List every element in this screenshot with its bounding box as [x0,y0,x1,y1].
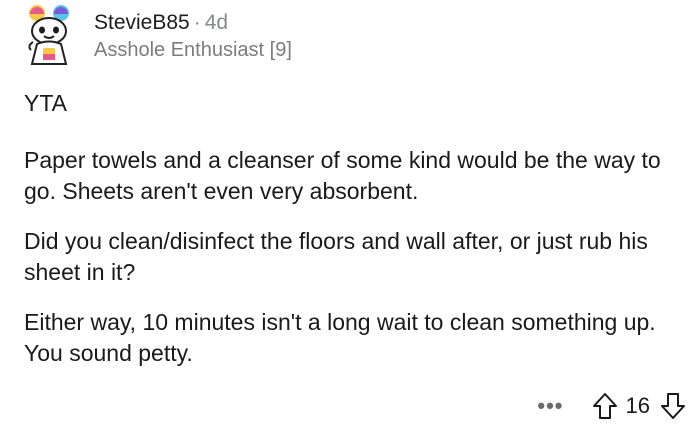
comment-age: 4d [204,11,229,34]
downvote-button[interactable] [660,392,686,420]
comment-actions: ••• 16 [537,388,686,424]
author-username[interactable]: StevieB85 [94,11,190,34]
comment-body: YTA Paper towels and a cleanser of some … [24,88,684,388]
comment-avatar[interactable] [18,4,80,66]
comment-meta: StevieB85 · 4d Asshole Enthusiast [9] [94,10,292,63]
comment-paragraph: Paper towels and a cleanser of some kind… [24,147,661,204]
comment-paragraph: Did you clean/disinfect the floors and w… [24,228,648,285]
more-options-button[interactable]: ••• [537,393,563,419]
author-flair: Asshole Enthusiast [9] [94,39,292,61]
avatar-icon [28,5,69,65]
arrow-down-outline-icon [661,393,685,419]
vote-score: 16 [625,393,650,418]
meta-separator: · [193,11,201,34]
vote-controls: 16 [592,392,686,420]
comment-paragraph: YTA [24,90,68,116]
arrow-up-outline-icon [592,393,617,419]
upvote-button[interactable] [592,392,618,420]
comment-paragraph: Either way, 10 minutes isn't a long wait… [24,309,656,366]
